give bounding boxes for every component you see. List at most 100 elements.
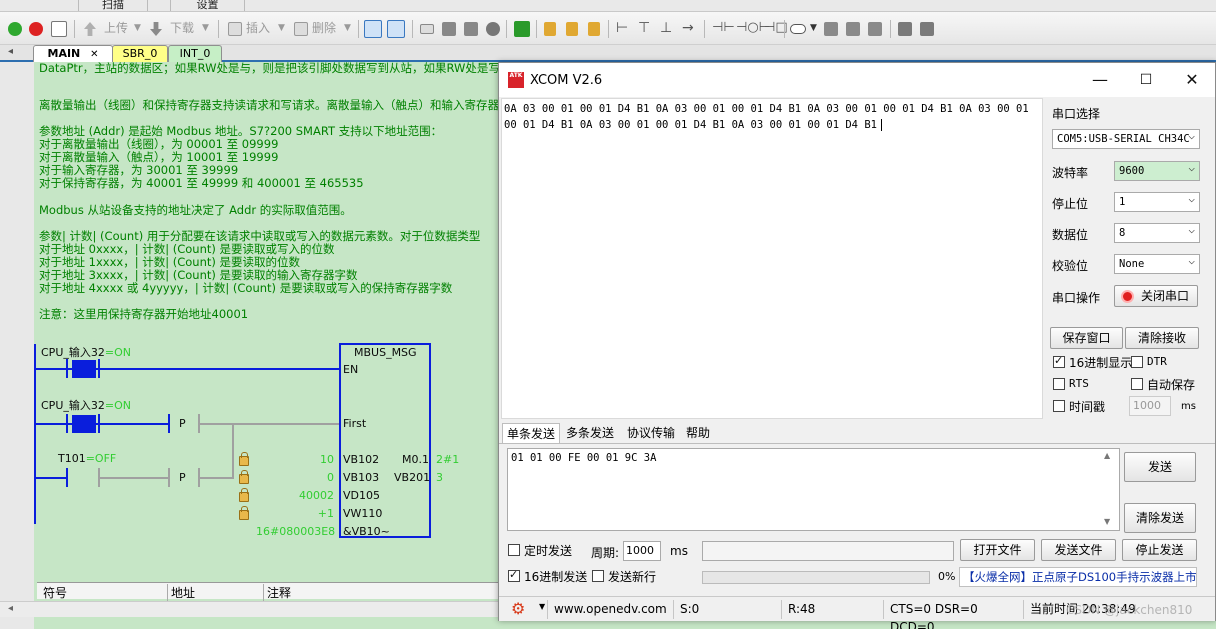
timestamp-checkbox[interactable] — [1053, 400, 1065, 412]
auto-save-checkbox[interactable] — [1131, 378, 1143, 390]
auto-save-label: 自动保存 — [1147, 378, 1196, 392]
library-icon[interactable] — [898, 22, 912, 36]
contact-on-block[interactable] — [72, 360, 96, 378]
compile-icon[interactable] — [51, 21, 67, 37]
contact-icon[interactable] — [420, 24, 434, 34]
tab-main[interactable]: MAIN ✕ — [33, 45, 113, 62]
comment-icon[interactable] — [790, 24, 806, 34]
scroll-up-icon[interactable]: ▲ — [1104, 451, 1110, 460]
timed-send-checkbox[interactable] — [508, 544, 520, 556]
chevron-down-icon[interactable]: ▼ — [539, 602, 545, 611]
line-right-icon[interactable]: → — [682, 19, 694, 37]
chevron-down-icon[interactable]: ▼ — [278, 19, 285, 37]
branch-icon[interactable]: ⊢ — [616, 19, 628, 37]
maximize-icon[interactable]: ☐ — [1123, 63, 1169, 97]
scroll-left-icon[interactable]: ◂ — [8, 603, 13, 614]
xcom-titlebar[interactable]: ATK XCOM V2.6 — ☐ ✕ — [499, 63, 1215, 97]
scroll-down-icon[interactable]: ▼ — [1104, 517, 1110, 526]
box-icon[interactable] — [464, 22, 478, 36]
delete-icon[interactable] — [294, 22, 308, 36]
save-window-button[interactable]: 保存窗口 — [1050, 327, 1123, 349]
toolbar-separator — [704, 20, 705, 38]
send-file-button[interactable]: 发送文件 — [1041, 539, 1116, 561]
contact-no-icon[interactable]: ⊣⊢ — [712, 19, 735, 37]
dtr-checkbox[interactable] — [1131, 356, 1143, 368]
run-icon[interactable] — [8, 22, 22, 36]
parity-select[interactable]: None — [1114, 252, 1200, 274]
minimize-icon[interactable]: — — [1077, 63, 1123, 97]
tab-settings[interactable]: 设置 — [170, 0, 245, 11]
status-chart-icon[interactable] — [364, 20, 382, 38]
delete-button[interactable]: 删除 — [312, 19, 336, 37]
send-newline-checkbox[interactable] — [592, 570, 604, 582]
data-bits-select[interactable]: 8 — [1114, 221, 1200, 243]
gear-icon[interactable]: ⚙ — [511, 600, 525, 618]
program-status-icon[interactable] — [387, 20, 405, 38]
send-textarea[interactable]: 01 01 00 FE 00 01 9C 3A — [507, 448, 1120, 531]
parity-label: 校验位 — [1052, 259, 1089, 273]
hex-send-checkbox[interactable] — [508, 568, 520, 582]
chevron-down-icon[interactable]: ▼ — [202, 19, 209, 37]
column-header-symbol[interactable]: 符号 — [43, 584, 67, 601]
timestamp-input[interactable]: 1000 — [1129, 396, 1171, 416]
close-port-button[interactable]: 关闭串口 — [1114, 285, 1198, 307]
column-header-address[interactable]: 地址 — [167, 584, 195, 601]
period-input[interactable]: 1000 — [623, 541, 661, 561]
status-icon[interactable] — [846, 22, 860, 36]
close-icon[interactable]: ✕ — [90, 49, 98, 60]
timer-icon[interactable] — [486, 22, 500, 36]
chevron-down-icon[interactable]: ▼ — [810, 19, 817, 37]
tab-scroll-left-icon[interactable]: ◂ — [8, 46, 13, 57]
data-block-icon[interactable] — [868, 22, 882, 36]
ad-banner[interactable]: 【火爆全网】正点原子DS100手持示波器上市 — [959, 567, 1197, 587]
status-url[interactable]: www.openedv.com — [547, 600, 671, 619]
horizontal-scrollbar[interactable]: ◂ — [0, 601, 500, 617]
line-down-icon[interactable]: ⊤ — [638, 19, 650, 37]
lock-icon[interactable] — [544, 22, 556, 36]
chevron-down-icon[interactable]: ▼ — [344, 19, 351, 37]
contact-bar — [66, 359, 68, 378]
line-up-icon[interactable]: ⊥ — [660, 19, 672, 37]
file-path-input[interactable] — [702, 541, 954, 561]
properties-icon[interactable] — [920, 22, 934, 36]
status-received: R:48 — [781, 600, 881, 619]
coil-icon[interactable] — [442, 22, 456, 36]
contact-label: T101=OFF — [58, 452, 116, 465]
lock-icon[interactable] — [566, 22, 578, 36]
lock-icon[interactable] — [588, 22, 600, 36]
symbol-table-icon[interactable] — [824, 22, 838, 36]
compile-all-icon[interactable] — [514, 21, 530, 37]
rts-checkbox[interactable] — [1053, 378, 1065, 390]
receive-area[interactable]: 0A 03 00 01 00 01 D4 B1 0A 03 00 01 00 0… — [501, 98, 1043, 419]
tab-multi-send[interactable]: 多条发送 — [562, 423, 618, 443]
insert-icon[interactable] — [228, 22, 242, 36]
baud-label: 波特率 — [1052, 166, 1089, 180]
tab-int0[interactable]: INT_0 — [168, 45, 222, 62]
clear-send-button[interactable]: 清除发送 — [1124, 503, 1196, 533]
upload-button[interactable]: 上传 — [104, 19, 128, 37]
chevron-down-icon[interactable]: ▼ — [134, 19, 141, 37]
input-value: 16#080003E8 — [256, 525, 336, 538]
download-button[interactable]: 下载 — [170, 19, 194, 37]
column-header-comment[interactable]: 注释 — [263, 584, 291, 601]
port-select[interactable]: COM5:USB-SERIAL CH34C — [1052, 127, 1200, 149]
tab-help[interactable]: 帮助 — [682, 423, 714, 443]
stop-icon[interactable] — [29, 22, 43, 36]
input-value: 0 — [327, 471, 334, 484]
tab-scan[interactable]: 扫描 — [78, 0, 148, 11]
tab-sbr0[interactable]: SBR_0 — [112, 45, 168, 62]
contact-on-block[interactable] — [72, 415, 96, 433]
baud-select[interactable]: 9600 — [1114, 159, 1200, 181]
clear-receive-button[interactable]: 清除接收 — [1125, 327, 1199, 349]
insert-button[interactable]: 插入 — [246, 19, 270, 37]
stop-bits-select[interactable]: 1 — [1114, 190, 1200, 212]
open-file-button[interactable]: 打开文件 — [960, 539, 1035, 561]
tab-protocol[interactable]: 协议传输 — [623, 423, 679, 443]
atk-logo-icon: ATK — [508, 72, 524, 88]
hex-display-checkbox[interactable] — [1053, 354, 1065, 368]
tab-single-send[interactable]: 单条发送 — [502, 423, 561, 443]
stop-send-button[interactable]: 停止发送 — [1122, 539, 1197, 561]
xcom-window[interactable]: ATK XCOM V2.6 — ☐ ✕ 0A 03 00 01 00 01 D4… — [498, 62, 1216, 629]
close-icon[interactable]: ✕ — [1169, 63, 1215, 97]
send-button[interactable]: 发送 — [1124, 452, 1196, 482]
